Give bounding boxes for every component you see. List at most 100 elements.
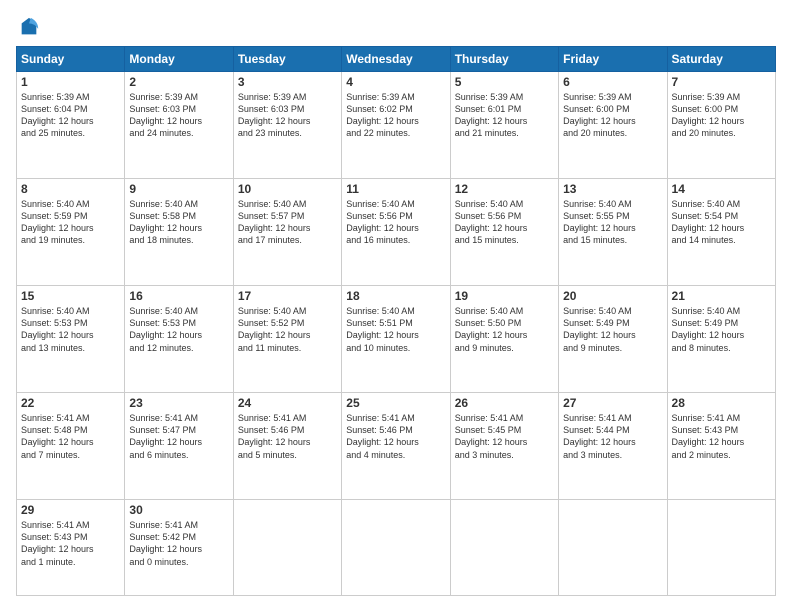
day-number: 25 xyxy=(346,396,445,410)
calendar-cell: 5 Sunrise: 5:39 AM Sunset: 6:01 PM Daylig… xyxy=(450,72,558,179)
calendar-cell: 6 Sunrise: 5:39 AM Sunset: 6:00 PM Daylig… xyxy=(559,72,667,179)
day-number: 9 xyxy=(129,182,228,196)
day-number: 10 xyxy=(238,182,337,196)
day-number: 30 xyxy=(129,503,228,517)
cell-text: Sunrise: 5:39 AM Sunset: 6:01 PM Dayligh… xyxy=(455,91,554,140)
cell-text: Sunrise: 5:40 AM Sunset: 5:50 PM Dayligh… xyxy=(455,305,554,354)
calendar-cell: 26Sunrise: 5:41 AM Sunset: 5:45 PM Dayli… xyxy=(450,393,558,500)
cell-text: Sunrise: 5:40 AM Sunset: 5:55 PM Dayligh… xyxy=(563,198,662,247)
calendar-week-row: 15 Sunrise: 5:40 AM Sunset: 5:53 PM Dayli… xyxy=(17,286,776,393)
calendar-table: SundayMondayTuesdayWednesdayThursdayFrid… xyxy=(16,46,776,596)
cell-text: Sunrise: 5:40 AM Sunset: 5:49 PM Dayligh… xyxy=(563,305,662,354)
calendar-cell: 7 Sunrise: 5:39 AM Sunset: 6:00 PM Daylig… xyxy=(667,72,775,179)
cell-text: Sunrise: 5:40 AM Sunset: 5:57 PM Dayligh… xyxy=(238,198,337,247)
cell-text: Sunrise: 5:41 AM Sunset: 5:48 PM Dayligh… xyxy=(21,412,120,461)
calendar-cell: 24Sunrise: 5:41 AM Sunset: 5:46 PM Dayli… xyxy=(233,393,341,500)
cell-text: Sunrise: 5:41 AM Sunset: 5:46 PM Dayligh… xyxy=(238,412,337,461)
calendar-cell: 15 Sunrise: 5:40 AM Sunset: 5:53 PM Dayli… xyxy=(17,286,125,393)
cell-text: Sunrise: 5:40 AM Sunset: 5:53 PM Dayligh… xyxy=(21,305,120,354)
day-number: 27 xyxy=(563,396,662,410)
calendar-day-header: Saturday xyxy=(667,47,775,72)
calendar-cell xyxy=(342,500,450,596)
calendar-cell: 23Sunrise: 5:41 AM Sunset: 5:47 PM Dayli… xyxy=(125,393,233,500)
calendar-cell: 20Sunrise: 5:40 AM Sunset: 5:49 PM Dayli… xyxy=(559,286,667,393)
cell-text: Sunrise: 5:39 AM Sunset: 6:00 PM Dayligh… xyxy=(563,91,662,140)
day-number: 11 xyxy=(346,182,445,196)
cell-text: Sunrise: 5:41 AM Sunset: 5:42 PM Dayligh… xyxy=(129,519,228,568)
calendar-day-header: Friday xyxy=(559,47,667,72)
cell-text: Sunrise: 5:41 AM Sunset: 5:46 PM Dayligh… xyxy=(346,412,445,461)
calendar-week-row: 1 Sunrise: 5:39 AM Sunset: 6:04 PM Daylig… xyxy=(17,72,776,179)
cell-text: Sunrise: 5:40 AM Sunset: 5:51 PM Dayligh… xyxy=(346,305,445,354)
logo xyxy=(16,16,40,38)
calendar-cell: 30 Sunrise: 5:41 AM Sunset: 5:42 PM Dayli… xyxy=(125,500,233,596)
cell-text: Sunrise: 5:40 AM Sunset: 5:54 PM Dayligh… xyxy=(672,198,771,247)
calendar-cell: 9 Sunrise: 5:40 AM Sunset: 5:58 PM Daylig… xyxy=(125,179,233,286)
day-number: 5 xyxy=(455,75,554,89)
calendar-day-header: Tuesday xyxy=(233,47,341,72)
cell-text: Sunrise: 5:40 AM Sunset: 5:49 PM Dayligh… xyxy=(672,305,771,354)
calendar-cell: 2 Sunrise: 5:39 AM Sunset: 6:03 PM Daylig… xyxy=(125,72,233,179)
day-number: 7 xyxy=(672,75,771,89)
calendar-cell: 28Sunrise: 5:41 AM Sunset: 5:43 PM Dayli… xyxy=(667,393,775,500)
cell-text: Sunrise: 5:41 AM Sunset: 5:45 PM Dayligh… xyxy=(455,412,554,461)
day-number: 17 xyxy=(238,289,337,303)
calendar-cell: 18 Sunrise: 5:40 AM Sunset: 5:51 PM Dayli… xyxy=(342,286,450,393)
calendar-cell: 27Sunrise: 5:41 AM Sunset: 5:44 PM Dayli… xyxy=(559,393,667,500)
day-number: 21 xyxy=(672,289,771,303)
calendar-cell: 10 Sunrise: 5:40 AM Sunset: 5:57 PM Dayli… xyxy=(233,179,341,286)
cell-text: Sunrise: 5:40 AM Sunset: 5:52 PM Dayligh… xyxy=(238,305,337,354)
calendar-cell: 19 Sunrise: 5:40 AM Sunset: 5:50 PM Dayli… xyxy=(450,286,558,393)
calendar-week-row: 22 Sunrise: 5:41 AM Sunset: 5:48 PM Dayli… xyxy=(17,393,776,500)
day-number: 18 xyxy=(346,289,445,303)
cell-text: Sunrise: 5:40 AM Sunset: 5:58 PM Dayligh… xyxy=(129,198,228,247)
cell-text: Sunrise: 5:39 AM Sunset: 6:03 PM Dayligh… xyxy=(129,91,228,140)
calendar-cell: 1 Sunrise: 5:39 AM Sunset: 6:04 PM Daylig… xyxy=(17,72,125,179)
calendar-cell: 4 Sunrise: 5:39 AM Sunset: 6:02 PM Daylig… xyxy=(342,72,450,179)
calendar-cell xyxy=(233,500,341,596)
page: SundayMondayTuesdayWednesdayThursdayFrid… xyxy=(0,0,792,612)
cell-text: Sunrise: 5:39 AM Sunset: 6:02 PM Dayligh… xyxy=(346,91,445,140)
calendar-cell: 29 Sunrise: 5:41 AM Sunset: 5:43 PM Dayli… xyxy=(17,500,125,596)
calendar-day-header: Sunday xyxy=(17,47,125,72)
calendar-cell: 17 Sunrise: 5:40 AM Sunset: 5:52 PM Dayli… xyxy=(233,286,341,393)
day-number: 3 xyxy=(238,75,337,89)
day-number: 28 xyxy=(672,396,771,410)
cell-text: Sunrise: 5:40 AM Sunset: 5:56 PM Dayligh… xyxy=(346,198,445,247)
day-number: 14 xyxy=(672,182,771,196)
day-number: 15 xyxy=(21,289,120,303)
calendar-cell: 22 Sunrise: 5:41 AM Sunset: 5:48 PM Dayli… xyxy=(17,393,125,500)
day-number: 29 xyxy=(21,503,120,517)
day-number: 4 xyxy=(346,75,445,89)
cell-text: Sunrise: 5:39 AM Sunset: 6:00 PM Dayligh… xyxy=(672,91,771,140)
day-number: 13 xyxy=(563,182,662,196)
calendar-cell: 16 Sunrise: 5:40 AM Sunset: 5:53 PM Dayli… xyxy=(125,286,233,393)
calendar-cell: 14 Sunrise: 5:40 AM Sunset: 5:54 PM Dayli… xyxy=(667,179,775,286)
calendar-day-header: Thursday xyxy=(450,47,558,72)
calendar-body: 1 Sunrise: 5:39 AM Sunset: 6:04 PM Daylig… xyxy=(17,72,776,596)
header xyxy=(16,16,776,38)
cell-text: Sunrise: 5:40 AM Sunset: 5:59 PM Dayligh… xyxy=(21,198,120,247)
calendar-cell xyxy=(667,500,775,596)
calendar-week-row: 29 Sunrise: 5:41 AM Sunset: 5:43 PM Dayli… xyxy=(17,500,776,596)
day-number: 22 xyxy=(21,396,120,410)
cell-text: Sunrise: 5:40 AM Sunset: 5:53 PM Dayligh… xyxy=(129,305,228,354)
day-number: 12 xyxy=(455,182,554,196)
day-number: 1 xyxy=(21,75,120,89)
calendar-day-header: Monday xyxy=(125,47,233,72)
cell-text: Sunrise: 5:40 AM Sunset: 5:56 PM Dayligh… xyxy=(455,198,554,247)
calendar-cell: 13 Sunrise: 5:40 AM Sunset: 5:55 PM Dayli… xyxy=(559,179,667,286)
calendar-header-row: SundayMondayTuesdayWednesdayThursdayFrid… xyxy=(17,47,776,72)
calendar-cell: 12 Sunrise: 5:40 AM Sunset: 5:56 PM Dayli… xyxy=(450,179,558,286)
cell-text: Sunrise: 5:41 AM Sunset: 5:43 PM Dayligh… xyxy=(21,519,120,568)
day-number: 2 xyxy=(129,75,228,89)
cell-text: Sunrise: 5:39 AM Sunset: 6:04 PM Dayligh… xyxy=(21,91,120,140)
logo-icon xyxy=(18,16,40,38)
day-number: 16 xyxy=(129,289,228,303)
calendar-cell xyxy=(559,500,667,596)
cell-text: Sunrise: 5:41 AM Sunset: 5:47 PM Dayligh… xyxy=(129,412,228,461)
day-number: 8 xyxy=(21,182,120,196)
day-number: 19 xyxy=(455,289,554,303)
day-number: 6 xyxy=(563,75,662,89)
calendar-week-row: 8 Sunrise: 5:40 AM Sunset: 5:59 PM Daylig… xyxy=(17,179,776,286)
